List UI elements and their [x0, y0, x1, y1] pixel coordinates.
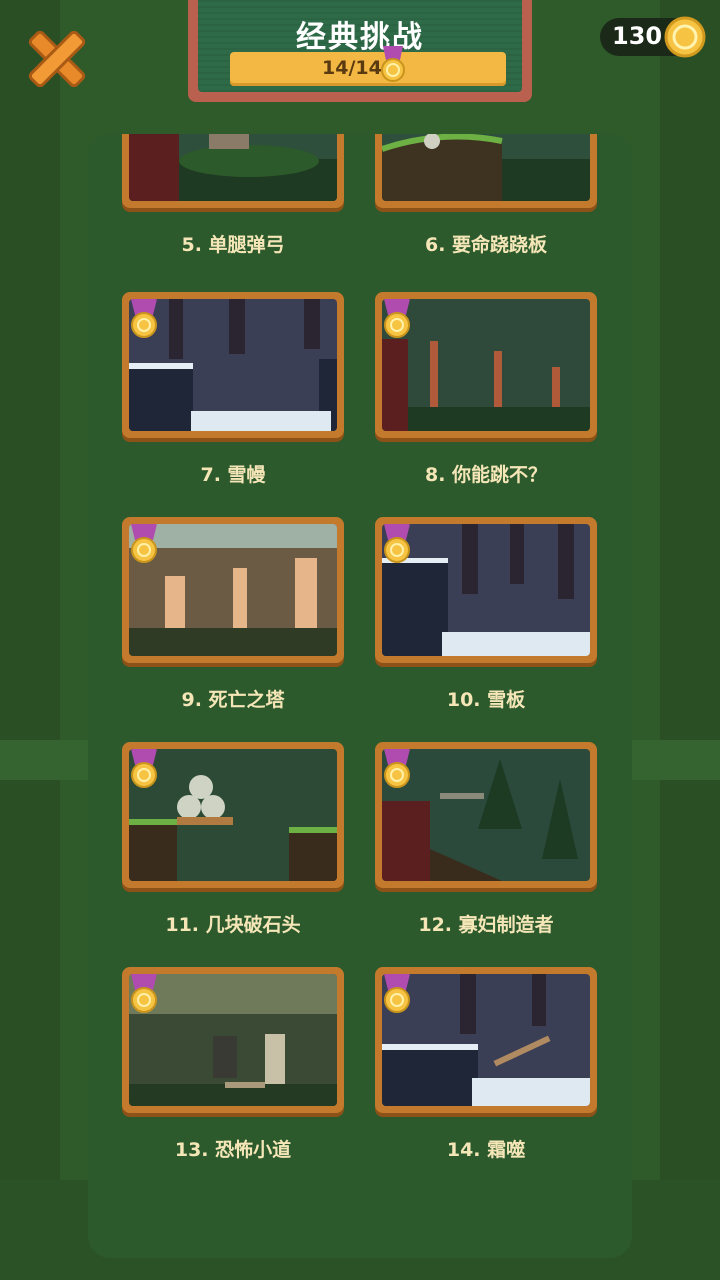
level-preview-image: [129, 974, 337, 1106]
coin-counter: 130: [600, 16, 706, 58]
level-preview-image: [129, 524, 337, 656]
level-preview-image: [382, 974, 590, 1106]
gold-medal-icon: [384, 974, 410, 1013]
level-thumbnail[interactable]: [122, 742, 344, 888]
gold-medal-icon: [384, 524, 410, 563]
progress-bar: 14/14: [230, 46, 506, 86]
level-preview-image: [382, 134, 590, 201]
level-name: 9. 死亡之塔: [181, 689, 285, 711]
level-preview-image: [129, 134, 337, 201]
level-thumbnail[interactable]: [122, 517, 344, 663]
level-preview-image: [382, 749, 590, 881]
level-preview-image: [129, 299, 337, 431]
gold-medal-icon: [384, 299, 410, 338]
close-button[interactable]: [22, 24, 92, 94]
level-name: 11. 几块破石头: [165, 914, 301, 936]
close-icon: [28, 30, 86, 88]
header-board: 经典挑战 14/14: [188, 0, 532, 102]
coin-count: 130: [612, 22, 663, 50]
level-name: 14. 霜噬: [446, 1139, 526, 1161]
level-preview-image: [382, 524, 590, 656]
level-thumbnail[interactable]: [375, 742, 597, 888]
level-thumbnail[interactable]: [375, 967, 597, 1113]
progress-text: 14/14: [322, 57, 382, 79]
level-thumbnail[interactable]: [375, 134, 597, 208]
gold-medal-icon: [131, 974, 157, 1013]
level-name: 5. 单腿弹弓: [181, 234, 285, 256]
gold-medal-icon: [131, 749, 157, 788]
gold-medal-icon: [131, 299, 157, 338]
gold-medal-icon: [131, 524, 157, 563]
level-name: 8. 你能跳不？: [424, 464, 548, 486]
level-name: 6. 要命跷跷板: [424, 234, 548, 256]
level-thumbnail[interactable]: [375, 292, 597, 438]
level-name: 7. 雪幔: [200, 464, 266, 486]
level-list-panel[interactable]: 5. 单腿弹弓 6. 要命跷跷板 7. 雪幔 8. 你能跳不？ 9. 死亡之塔 …: [88, 134, 632, 1258]
level-preview-image: [382, 299, 590, 431]
level-thumbnail[interactable]: [122, 292, 344, 438]
level-thumbnail[interactable]: [375, 517, 597, 663]
page-title: 经典挑战: [296, 20, 424, 55]
gold-coin-icon: [664, 16, 706, 58]
level-name: 10. 雪板: [446, 689, 526, 711]
level-preview-image: [129, 749, 337, 881]
medal-icon: [381, 46, 405, 82]
gold-medal-icon: [384, 749, 410, 788]
level-name: 12. 寡妇制造者: [418, 914, 554, 936]
level-thumbnail[interactable]: [122, 134, 344, 208]
level-name: 13. 恐怖小道: [174, 1139, 292, 1161]
level-thumbnail[interactable]: [122, 967, 344, 1113]
